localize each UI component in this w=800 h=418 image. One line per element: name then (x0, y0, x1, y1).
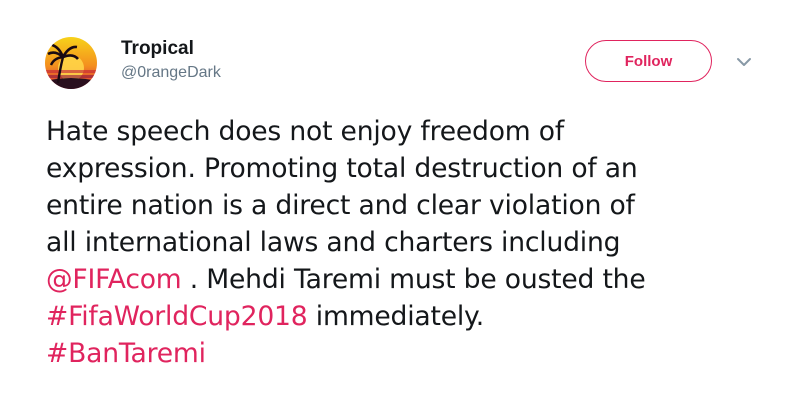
tweet-card: Tropical @0rangeDark Follow Hate speech … (0, 0, 800, 418)
mention-link[interactable]: @FIFAcom (46, 264, 182, 295)
hashtag-link[interactable]: #FifaWorldCup2018 (46, 301, 308, 332)
tweet-line: #FifaWorldCup2018 immediately. (46, 298, 786, 335)
sunset-palm-icon (45, 37, 97, 89)
follow-button[interactable]: Follow (585, 40, 712, 82)
tweet-line: expression. Promoting total destruction … (46, 153, 638, 184)
hashtag-link[interactable]: #BanTaremi (46, 338, 206, 369)
tweet-line: Hate speech does not enjoy freedom of (46, 116, 564, 147)
display-name[interactable]: Tropical (121, 38, 194, 60)
user-handle[interactable]: @0rangeDark (121, 64, 221, 82)
chevron-down-icon-glyph (737, 58, 751, 66)
tweet-text-segment: . Mehdi Taremi must be ousted the (181, 264, 646, 295)
avatar[interactable] (45, 37, 97, 89)
tweet-line: @FIFAcom . Mehdi Taremi must be ousted t… (46, 261, 786, 298)
tweet-text-segment: immediately. (307, 301, 485, 332)
tweet-line: all international laws and charters incl… (46, 227, 621, 258)
chevron-down-icon[interactable] (732, 50, 756, 74)
tweet-text: Hate speech does not enjoy freedom of ex… (46, 113, 786, 372)
tweet-line: entire nation is a direct and clear viol… (46, 190, 635, 221)
tweet-line: #BanTaremi (46, 335, 786, 372)
